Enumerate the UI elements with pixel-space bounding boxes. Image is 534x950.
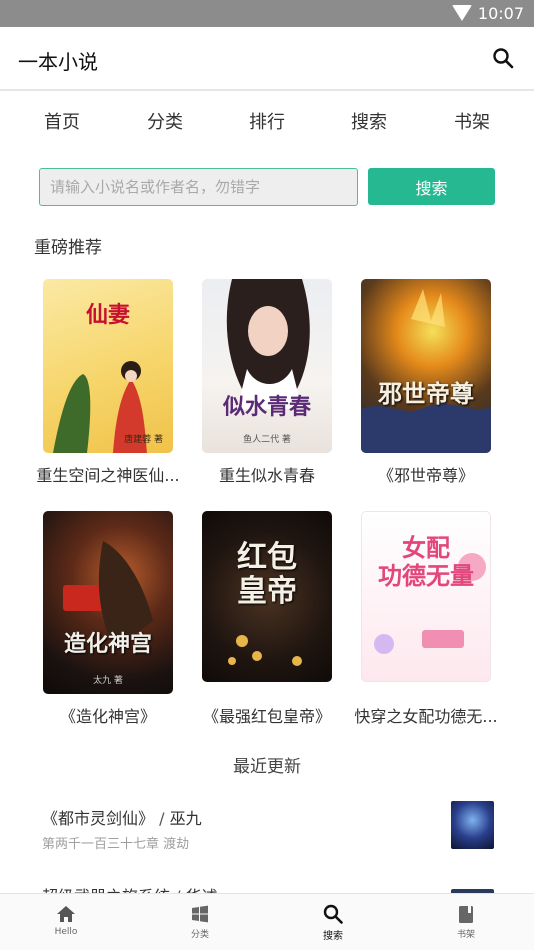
app-title: 一本小说 <box>18 50 98 74</box>
book-title: 《邪世帝尊》 <box>377 466 474 485</box>
book-title: 快穿之女配功德无... <box>354 707 498 726</box>
recent-book-title: 《都市灵剑仙》 <box>42 809 155 828</box>
book-cover: 似水青春 鱼人二代 著 <box>202 279 332 453</box>
search-row: 搜索 <box>0 168 534 206</box>
book-title: 《最强红包皇帝》 <box>202 707 331 726</box>
book-title: 《造化神宫》 <box>59 707 156 726</box>
book-title: 重生空间之神医仙... <box>36 466 180 485</box>
search-input[interactable] <box>39 168 358 206</box>
nav-home[interactable]: 首页 <box>22 108 102 134</box>
book-card[interactable]: 造化神宫 太九 著 《造化神宫》 <box>28 511 188 727</box>
wifi-icon <box>452 5 472 21</box>
nav-ranking[interactable]: 排行 <box>227 108 307 134</box>
recent-chapter: 第两千一百三十七章 渡劫 <box>42 837 190 852</box>
tab-label: Hello <box>54 927 78 937</box>
title-separator: / <box>159 809 165 828</box>
tab-hello[interactable]: Hello <box>16 894 116 950</box>
tab-label: 书架 <box>456 930 475 940</box>
tab-search[interactable]: 搜索 <box>283 894 383 950</box>
tab-bookshelf[interactable]: 书架 <box>416 894 516 950</box>
bottom-tab-bar: Hello 分类 搜索 书架 <box>0 893 534 950</box>
book-title: 重生似水青春 <box>218 466 315 485</box>
book-cover: 女配 功德无量 <box>361 511 491 682</box>
nav-bookshelf[interactable]: 书架 <box>432 108 512 134</box>
windows-icon <box>190 904 210 924</box>
list-item[interactable]: 《都市灵剑仙》 / 巫九 第两千一百三十七章 渡劫 <box>0 801 534 869</box>
book-card[interactable]: 女配 功德无量 快穿之女配功德无... <box>346 511 506 727</box>
book-cover: 红包 皇帝 <box>202 511 332 682</box>
book-cover: 仙妻 唐建蓉 著 <box>43 279 173 453</box>
book-card[interactable]: 红包 皇帝 《最强红包皇帝》 <box>187 511 347 727</box>
nav-category[interactable]: 分类 <box>125 108 205 134</box>
search-icon[interactable] <box>492 47 514 69</box>
book-card[interactable]: 似水青春 鱼人二代 著 重生似水青春 <box>187 279 347 486</box>
app-bar: 一本小说 <box>0 27 534 91</box>
tab-category[interactable]: 分类 <box>150 894 250 950</box>
tab-label: 搜索 <box>323 931 343 942</box>
status-bar: 10:07 <box>0 0 534 27</box>
featured-section-title: 重磅推荐 <box>34 238 102 258</box>
search-icon <box>323 904 343 924</box>
recent-item-title-line: 《都市灵剑仙》 / 巫九 <box>42 805 202 829</box>
tab-label: 分类 <box>190 930 209 940</box>
home-icon <box>56 904 76 924</box>
recent-book-author: 巫九 <box>169 809 202 828</box>
book-card[interactable]: 邪世帝尊 《邪世帝尊》 <box>346 279 506 486</box>
book-card[interactable]: 仙妻 唐建蓉 著 重生空间之神医仙... <box>28 279 188 486</box>
search-button[interactable]: 搜索 <box>368 168 495 205</box>
book-cover: 邪世帝尊 <box>361 279 491 453</box>
book-thumbnail <box>451 801 494 849</box>
bookshelf-icon <box>456 904 476 924</box>
status-time: 10:07 <box>477 4 524 23</box>
recent-section-title: 最近更新 <box>233 757 301 777</box>
book-cover: 造化神宫 太九 著 <box>43 511 173 694</box>
nav-search[interactable]: 搜索 <box>329 108 409 134</box>
top-nav: 首页 分类 排行 搜索 书架 <box>0 108 534 138</box>
